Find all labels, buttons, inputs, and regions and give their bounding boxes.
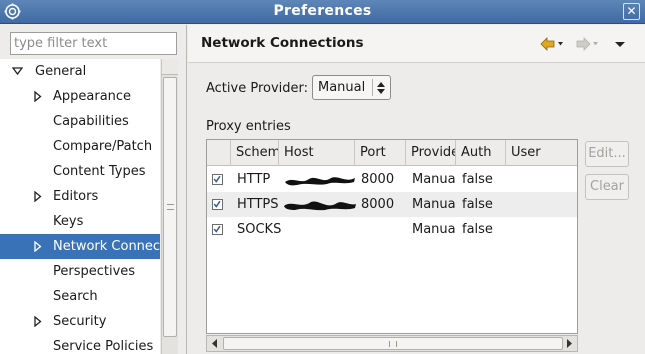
sidebar-item-perspectives[interactable]: Perspectives [0,259,160,284]
column-header-provider[interactable]: Provider [406,140,456,166]
back-arrow-icon[interactable] [540,37,564,51]
checkbox-checked-icon[interactable] [212,174,223,185]
table-row[interactable]: HTTP 8000 Manual false [207,167,577,192]
proxy-entries-table[interactable]: Schema Host Port Provider Auth User HTTP… [206,139,578,334]
column-header-check[interactable] [207,140,231,166]
scroll-grip [167,204,174,210]
cell-port: 8000 [361,172,395,187]
scroll-up-arrow[interactable] [162,59,178,75]
expand-triangle-icon[interactable] [32,316,43,327]
expand-triangle-icon[interactable] [32,91,43,102]
sidebar-item-general[interactable]: General [0,59,160,84]
cell-user [512,167,572,192]
page-title: Network Connections [201,35,364,51]
view-menu-icon[interactable] [614,37,626,51]
clear-button[interactable]: Clear [585,174,629,200]
cell-user [512,217,572,242]
preference-page: Network Connections Active Provider: Man… [188,25,645,354]
close-icon[interactable]: ✕ [623,3,640,20]
cell-auth: false [462,222,493,237]
sidebar-item-content-types[interactable]: Content Types [0,159,160,184]
sidebar-item-label: Editors [53,189,99,204]
cell-port: 8000 [361,197,395,212]
sidebar-item-search[interactable]: Search [0,284,160,309]
tree-scroll-thumb[interactable] [163,77,177,337]
checkbox-checked-icon[interactable] [212,199,223,210]
preferences-tree: General Appearance Capabilities Compare/Pat… [0,59,160,354]
sidebar-item-label: Network Connections [53,239,160,254]
table-row[interactable]: HTTPS 8000 Manual false [207,192,577,217]
window-title: Preferences [273,3,372,19]
sidebar-item-appearance[interactable]: Appearance [0,84,160,109]
combo-separator [372,79,373,96]
page-header: Network Connections [188,25,645,63]
sidebar-item-label: General [35,64,87,79]
sidebar-item-label: Appearance [53,89,132,104]
sidebar-item-label: Content Types [53,164,146,179]
cell-auth: false [462,197,493,212]
column-header-auth[interactable]: Auth [456,140,506,166]
table-horizontal-scrollbar[interactable] [206,335,578,352]
sidebar-item-label: Perspectives [53,264,136,279]
scroll-grip [389,341,397,347]
expand-triangle-icon[interactable] [32,191,43,202]
sidebar-item-label: Search [53,289,98,304]
preferences-nav: type filter text General Appearance Capabi… [0,25,187,354]
collapse-triangle-icon[interactable] [12,66,23,77]
redacted-host [284,201,356,211]
cell-auth: false [462,172,493,187]
cell-scheme: HTTPS [237,197,279,212]
window-title-bar: Preferences ✕ [0,0,645,24]
sidebar-item-label: Compare/Patch [53,139,153,154]
sidebar-item-security[interactable]: Security [0,309,160,334]
edit-button[interactable]: Edit... [585,141,629,167]
cell-scheme: HTTP [237,172,271,187]
sidebar-item-compare-patch[interactable]: Compare/Patch [0,134,160,159]
active-provider-value: Manual [318,80,366,95]
cell-provider: Manual [412,222,456,237]
sidebar-item-keys[interactable]: Keys [0,209,160,234]
sidebar-item-label: Service Policies [53,339,154,354]
combo-arrow-icon [377,82,385,94]
checkbox-checked-icon[interactable] [212,224,223,235]
table-scroll-thumb[interactable] [223,337,563,350]
cell-provider: Manual [412,197,456,212]
active-provider-label: Active Provider: [206,81,309,96]
sidebar-item-label: Security [53,314,107,329]
sidebar-item-network-connections[interactable]: Network Connections [0,234,160,259]
redacted-host [285,177,355,186]
cell-scheme: SOCKS [237,222,281,237]
expand-triangle-icon[interactable] [32,241,43,252]
sidebar-item-label: Capabilities [53,114,129,129]
proxy-entries-label: Proxy entries [206,119,291,134]
column-header-schema[interactable]: Schema [231,140,279,166]
tree-scrollbar[interactable] [161,59,178,354]
column-header-host[interactable]: Host [279,140,355,166]
sidebar-item-label: Keys [53,214,84,229]
forward-arrow-icon[interactable] [576,37,600,51]
column-header-user[interactable]: User [506,140,577,166]
cell-user [512,192,572,217]
column-header-port[interactable]: Port [355,140,406,166]
cell-port [361,217,405,242]
active-provider-select[interactable]: Manual [312,75,391,100]
table-header: Schema Host Port Provider Auth User [207,140,577,166]
scroll-right-arrow[interactable] [562,337,576,350]
sidebar-item-service-policies[interactable]: Service Policies [0,334,160,354]
sidebar-item-capabilities[interactable]: Capabilities [0,109,160,134]
filter-input[interactable]: type filter text [10,32,177,55]
scroll-left-arrow[interactable] [208,337,222,350]
cell-provider: Manual [412,172,456,187]
sidebar-item-editors[interactable]: Editors [0,184,160,209]
table-row[interactable]: SOCKS Manual false [207,217,577,242]
